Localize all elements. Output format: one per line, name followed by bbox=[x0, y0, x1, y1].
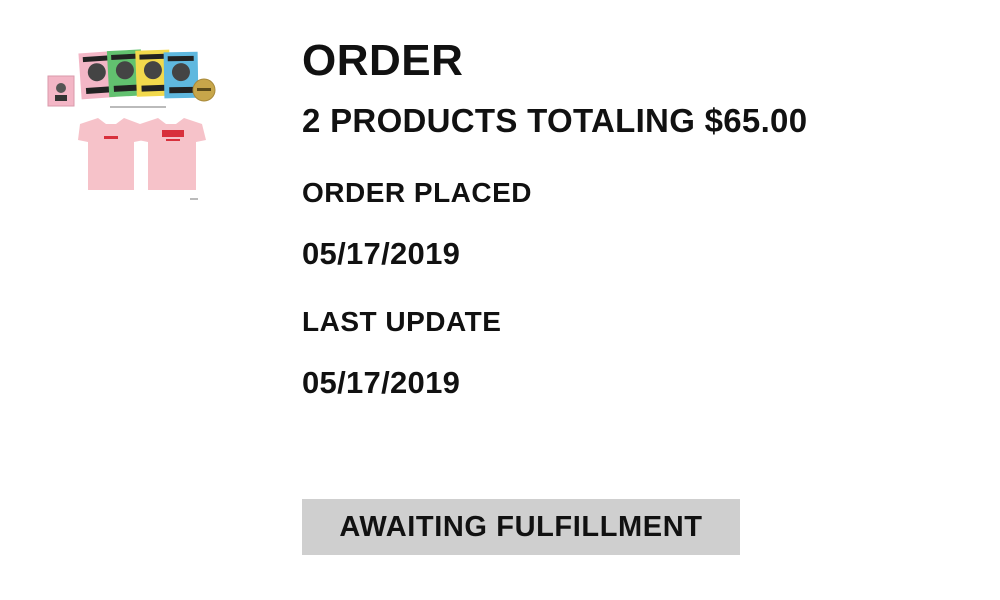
last-update-label: LAST UPDATE bbox=[302, 306, 502, 337]
order-total-summary: 2 PRODUCTS TOTALING $65.00 bbox=[302, 102, 808, 139]
order-placed-label: ORDER PLACED bbox=[302, 177, 533, 208]
order-status-badge: AWAITING FULFILLMENT bbox=[302, 499, 740, 555]
order-heading: ORDER bbox=[302, 36, 464, 85]
product-thumbnail[interactable] bbox=[40, 40, 230, 215]
order-summary-page: ORDER 2 PRODUCTS TOTALING $65.00 ORDER P… bbox=[0, 0, 1000, 600]
merch-bundle-icon bbox=[47, 49, 216, 200]
order-details: ORDER 2 PRODUCTS TOTALING $65.00 ORDER P… bbox=[302, 36, 962, 401]
order-placed-date: 05/17/2019 bbox=[302, 236, 461, 271]
last-update-date: 05/17/2019 bbox=[302, 365, 461, 400]
